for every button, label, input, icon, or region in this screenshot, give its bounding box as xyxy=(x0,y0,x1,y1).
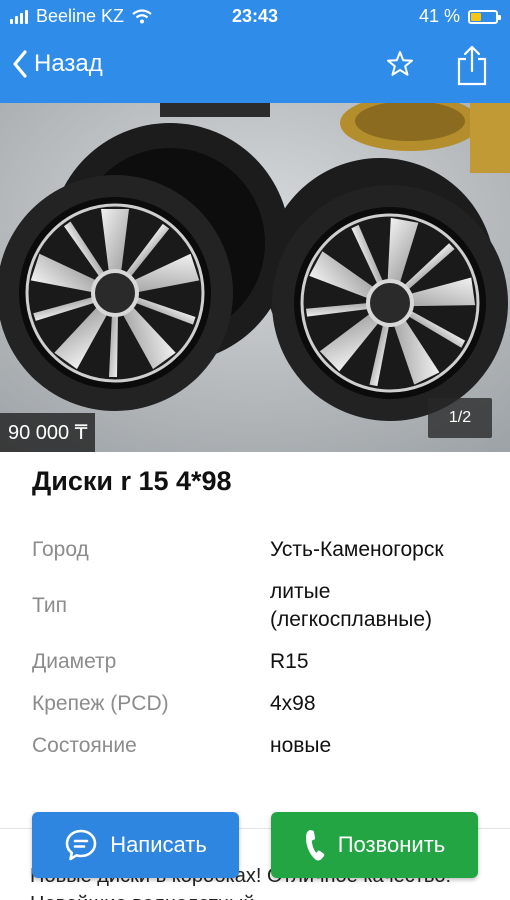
spec-label: Крепеж (PCD) xyxy=(32,692,169,715)
spec-row-pcd: Крепеж (PCD) 4x98 xyxy=(32,690,492,718)
back-label: Назад xyxy=(34,50,103,77)
spec-row-condition: Состояние новые xyxy=(32,732,492,760)
spec-row-city: Город Усть-Каменогорск xyxy=(32,536,492,564)
spec-value: Усть-Каменогорск xyxy=(270,538,444,561)
spec-value: R15 xyxy=(270,650,309,673)
write-message-button[interactable]: Написать xyxy=(32,812,239,878)
write-message-label: Написать xyxy=(110,832,207,857)
battery-percent: 41 % xyxy=(418,6,460,26)
back-button[interactable]: Назад xyxy=(12,50,103,78)
call-button[interactable]: Позвонить xyxy=(271,812,478,878)
spec-value: литые (легкосплавные) xyxy=(270,580,433,631)
spec-label: Тип xyxy=(32,594,68,617)
spec-label: Город xyxy=(32,538,89,561)
spec-value: новые xyxy=(270,734,332,757)
phone-icon xyxy=(305,830,325,861)
spec-label: Диаметр xyxy=(32,650,117,673)
chat-icon xyxy=(65,829,97,861)
status-right: 41 % xyxy=(418,6,501,27)
spec-label: Состояние xyxy=(32,734,137,757)
share-icon[interactable] xyxy=(456,44,488,86)
top-bar: Beeline KZ 23:43 41 % Назад xyxy=(0,0,510,103)
spec-row-type: Тип литые (легкосплавные) xyxy=(32,578,492,634)
specs-list: Город Усть-Каменогорск Тип литые (легкос… xyxy=(32,536,492,774)
listing-photo[interactable]: 90 000 ₸ 1/2 xyxy=(0,103,510,452)
battery-icon xyxy=(468,9,501,24)
listing-title: Диски r 15 4*98 xyxy=(32,466,232,496)
photo-counter: 1/2 xyxy=(428,398,492,438)
star-icon[interactable] xyxy=(386,50,414,78)
chevron-left-icon xyxy=(13,50,27,78)
status-bar: Beeline KZ 23:43 41 % xyxy=(0,0,510,34)
spec-row-diameter: Диаметр R15 xyxy=(32,648,492,676)
spec-value: 4x98 xyxy=(270,692,316,715)
price-tag: 90 000 ₸ xyxy=(0,413,96,452)
call-label: Позвонить xyxy=(337,832,446,857)
navigation-bar: Назад xyxy=(0,40,510,96)
